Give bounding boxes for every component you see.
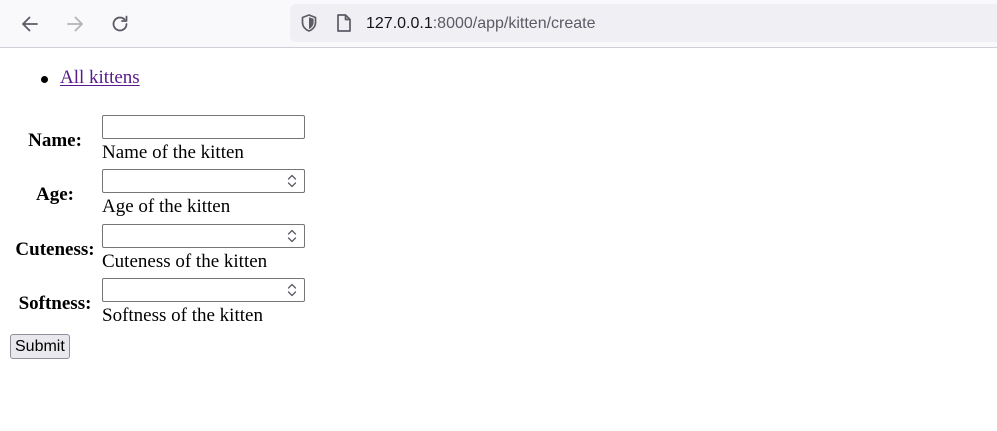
page-icon <box>337 14 351 32</box>
nav-list-item: All kittens <box>0 66 140 90</box>
back-arrow-icon <box>22 16 38 32</box>
cuteness-label: Cuteness: <box>15 239 95 260</box>
nav-list: All kittens <box>0 66 140 90</box>
spinner-icon[interactable] <box>285 173 299 189</box>
address-bar[interactable]: 127.0.0.1:8000/app/kitten/create <box>290 4 997 42</box>
cuteness-input[interactable] <box>102 224 305 248</box>
age-input[interactable] <box>102 169 305 193</box>
forward-arrow-icon <box>67 16 83 32</box>
spinner-icon[interactable] <box>285 282 299 298</box>
age-help-text: Age of the kitten <box>102 196 231 217</box>
shield-icon[interactable] <box>299 13 319 33</box>
softness-label: Softness: <box>18 293 92 314</box>
reload-button[interactable] <box>104 8 136 40</box>
spinner-icon[interactable] <box>285 228 299 244</box>
softness-input[interactable] <box>102 278 305 302</box>
reload-icon <box>112 15 128 32</box>
url-text[interactable]: 127.0.0.1:8000/app/kitten/create <box>366 14 596 34</box>
submit-button[interactable]: Submit <box>10 334 70 359</box>
age-label: Age: <box>36 184 74 205</box>
cuteness-help-text: Cuteness of the kitten <box>102 251 268 272</box>
url-path: :8000/app/kitten/create <box>432 15 596 32</box>
bullet-icon <box>41 76 48 83</box>
name-input[interactable] <box>102 115 305 139</box>
name-help-text: Name of the kitten <box>102 142 244 163</box>
softness-help-text: Softness of the kitten <box>102 305 263 326</box>
forward-button[interactable] <box>59 8 91 40</box>
url-host: 127.0.0.1 <box>366 15 433 32</box>
all-kittens-link[interactable]: All kittens <box>60 67 140 88</box>
browser-toolbar: 127.0.0.1:8000/app/kitten/create <box>0 0 997 48</box>
back-button[interactable] <box>14 8 46 40</box>
name-label: Name: <box>28 130 82 151</box>
